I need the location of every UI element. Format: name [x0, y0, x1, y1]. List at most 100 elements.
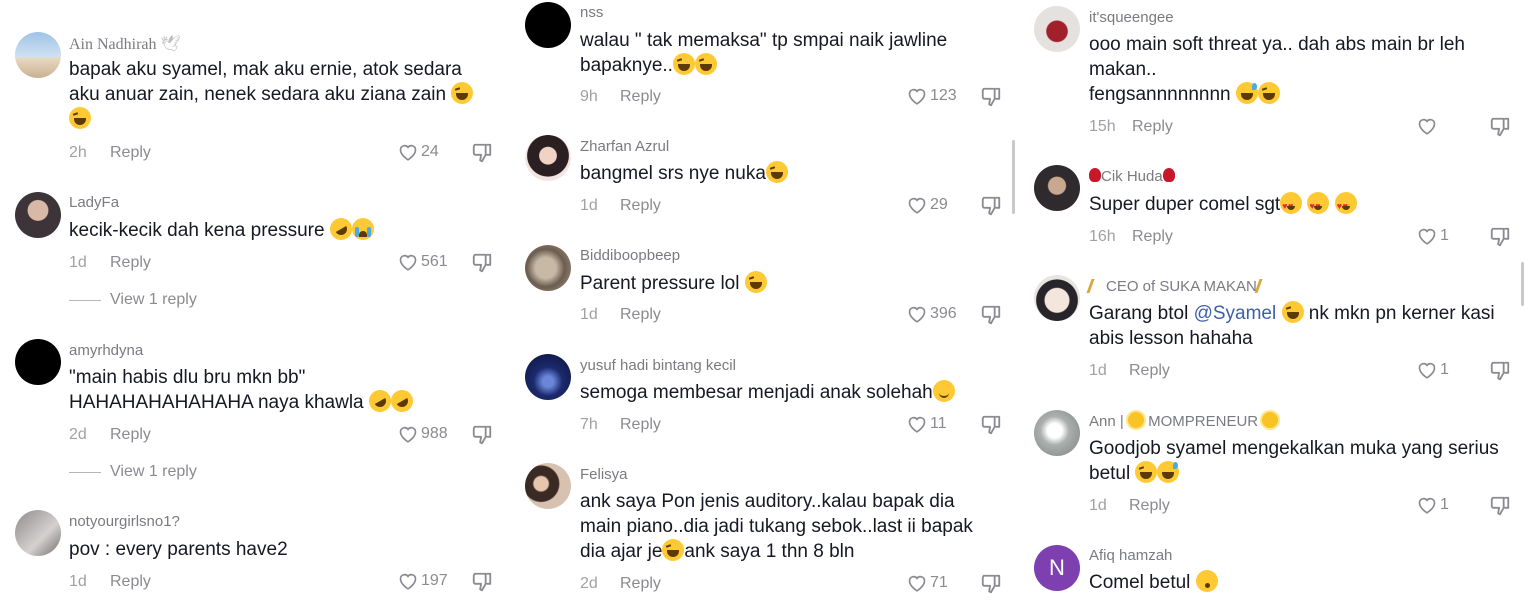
comment-time: 2d	[580, 575, 598, 592]
thumbs-down-icon	[981, 415, 1001, 435]
like-button[interactable]: 561	[398, 252, 448, 271]
like-button[interactable]: 197	[398, 571, 448, 590]
dislike-button[interactable]	[980, 86, 1002, 113]
reply-button[interactable]: Reply	[620, 575, 661, 593]
avatar[interactable]	[15, 339, 61, 385]
heart-icon	[908, 575, 926, 592]
laughing-emoji-icon	[1257, 82, 1280, 104]
dislike-button[interactable]	[980, 573, 1002, 600]
rose-icon	[1162, 168, 1175, 182]
dislike-button[interactable]	[1489, 226, 1511, 253]
reply-button[interactable]: Reply	[110, 144, 151, 162]
reply-button[interactable]: Reply	[620, 416, 661, 434]
comment-username[interactable]: nss	[580, 4, 603, 21]
dislike-button[interactable]	[471, 252, 493, 279]
dislike-button[interactable]	[980, 304, 1002, 331]
avatar[interactable]: N	[1034, 545, 1080, 591]
avatar[interactable]	[1034, 165, 1080, 211]
reply-button[interactable]: Reply	[1129, 497, 1170, 515]
avatar[interactable]	[525, 135, 571, 181]
view-replies-button[interactable]: View 1 reply	[69, 463, 197, 481]
reply-button[interactable]: Reply	[1132, 228, 1173, 246]
avatar[interactable]	[1034, 275, 1080, 321]
sunflower-icon	[1127, 412, 1144, 428]
comment-time: 1d	[1089, 497, 1107, 514]
dislike-button[interactable]	[1489, 495, 1511, 522]
like-button[interactable]: 71	[907, 573, 948, 592]
reply-button[interactable]: Reply	[620, 197, 661, 215]
like-count: 396	[930, 304, 957, 322]
thumbs-down-icon	[1490, 227, 1510, 247]
wheat-icon	[1254, 279, 1277, 293]
scrollbar[interactable]	[1012, 140, 1015, 214]
like-button[interactable]: 123	[907, 86, 957, 105]
dislike-button[interactable]	[471, 571, 493, 598]
comment-username[interactable]: Zharfan Azrul	[580, 138, 669, 155]
comment-username[interactable]: Ain Nadhirah 🕊	[69, 34, 181, 54]
avatar[interactable]	[15, 32, 61, 78]
like-button[interactable]: 1	[1417, 226, 1449, 245]
like-button[interactable]: 1	[1417, 495, 1449, 514]
dislike-button[interactable]	[1489, 360, 1511, 387]
dislike-button[interactable]	[980, 195, 1002, 222]
like-count: 71	[930, 573, 948, 591]
comment-time: 1d	[1089, 362, 1107, 379]
comment-time: 16h	[1089, 228, 1116, 245]
comment-username[interactable]: amyrhdyna	[69, 342, 143, 359]
heart-icon	[1418, 228, 1436, 245]
reply-button[interactable]: Reply	[110, 426, 151, 444]
heart-icon	[399, 254, 417, 271]
avatar[interactable]	[1034, 6, 1080, 52]
comment-username[interactable]: Felisya	[580, 466, 628, 483]
like-button[interactable]	[1417, 116, 1440, 135]
avatar[interactable]	[15, 192, 61, 238]
reply-button[interactable]: Reply	[1132, 118, 1173, 136]
heart-icon	[908, 416, 926, 433]
view-replies-button[interactable]: View 1 reply	[69, 291, 197, 309]
reply-button[interactable]: Reply	[620, 306, 661, 324]
like-button[interactable]: 988	[398, 424, 448, 443]
like-button[interactable]: 1	[1417, 360, 1449, 379]
smiling-emoji-icon	[932, 380, 955, 402]
reply-button[interactable]: Reply	[110, 254, 151, 272]
thumbs-down-icon	[981, 305, 1001, 325]
dislike-button[interactable]	[1489, 116, 1511, 143]
reply-button[interactable]: Reply	[1129, 362, 1170, 380]
mention-link[interactable]: @Syamel	[1194, 303, 1277, 324]
comment-username[interactable]: it'squeengee	[1089, 9, 1174, 26]
divider	[69, 299, 101, 301]
comment-username[interactable]: yusuf hadi bintang kecil	[580, 357, 736, 374]
like-button[interactable]: 29	[907, 195, 948, 214]
dislike-button[interactable]	[471, 424, 493, 451]
comment-text: Garang btol @Syamel nk mkn pn kerner kas…	[1089, 301, 1495, 349]
comment-username[interactable]: Ann | MOMPRENEUR	[1089, 412, 1279, 430]
heart-icon	[1418, 118, 1436, 135]
avatar[interactable]	[525, 354, 571, 400]
comment-text: kecik-kecik dah kena pressure	[69, 213, 499, 245]
dislike-button[interactable]	[980, 414, 1002, 441]
like-button[interactable]: 24	[398, 142, 439, 161]
comment-username[interactable]: Afiq hamzah	[1089, 547, 1172, 564]
avatar[interactable]	[1034, 410, 1080, 456]
comment-text: bapak aku syamel, mak aku ernie, atok se…	[69, 57, 499, 132]
heart-eyes-emoji-icon	[1280, 192, 1303, 219]
avatar[interactable]	[525, 245, 571, 291]
comment-username[interactable]: notyourgirlsno1?	[69, 513, 180, 530]
heart-icon	[399, 426, 417, 443]
like-button[interactable]: 396	[907, 304, 957, 323]
avatar[interactable]	[15, 510, 61, 556]
comment-username[interactable]: LadyFa	[69, 194, 119, 211]
avatar[interactable]	[525, 463, 571, 509]
comment-username[interactable]: CEO of SUKA MAKAN	[1086, 278, 1277, 295]
avatar[interactable]	[525, 2, 571, 48]
scrollbar[interactable]	[1521, 262, 1524, 306]
comment-username[interactable]: Biddiboopbeep	[580, 247, 680, 264]
comment-username[interactable]: Cik Huda	[1089, 168, 1175, 185]
dislike-button[interactable]	[471, 142, 493, 169]
reply-button[interactable]: Reply	[110, 573, 151, 591]
thumbs-down-icon	[472, 143, 492, 163]
comment-column-3: it'squeengee ooo main soft threat ya.. d…	[1020, 0, 1528, 599]
heart-icon	[908, 197, 926, 214]
like-button[interactable]: 11	[907, 414, 947, 433]
reply-button[interactable]: Reply	[620, 88, 661, 106]
